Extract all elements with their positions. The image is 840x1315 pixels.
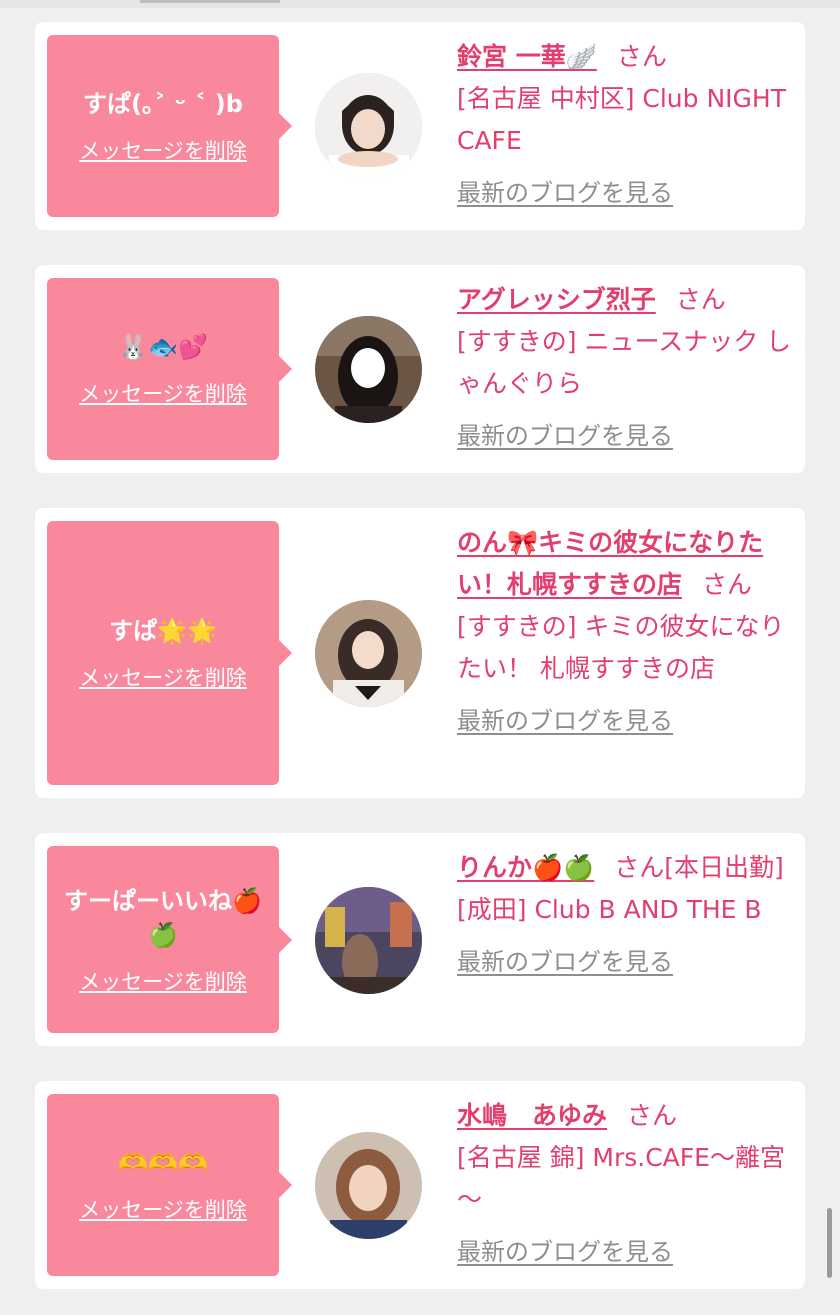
message-bubble: すぱ(｡˃ ᵕ ˂ )b メッセージを削除: [47, 35, 292, 217]
honorific: さん: [675, 285, 726, 314]
top-scroll-thumb: [140, 0, 280, 3]
avatar[interactable]: [315, 887, 422, 994]
delete-message-link[interactable]: メッセージを削除: [79, 968, 247, 996]
message-card: すぱ🌟🌟 メッセージを削除 のん🎀キミの彼女になりたい！札幌すすきの店 さん [す…: [35, 508, 805, 798]
avatar-photo: [315, 316, 422, 423]
member-info: りんか🍎🍏 さん[本日出勤] [成田] Club B AND THE B 最新のブ…: [457, 847, 792, 983]
member-name-link[interactable]: 水嶋 あゆみ: [457, 1101, 607, 1130]
latest-blog-link[interactable]: 最新のブログを見る: [457, 700, 792, 742]
member-info: 鈴宮 一華🪽 さん [名古屋 中村区] Club NIGHT CAFE 最新のブロ…: [457, 36, 792, 214]
delete-message-link[interactable]: メッセージを削除: [79, 664, 247, 692]
honorific: さん: [702, 570, 753, 599]
honorific: さん: [627, 1101, 678, 1130]
message-card: すぱ(｡˃ ᵕ ˂ )b メッセージを削除 鈴宮 一華🪽 さん [名古屋 中村区]…: [35, 22, 805, 230]
honorific: さん: [616, 42, 667, 71]
delete-message-link[interactable]: メッセージを削除: [79, 1196, 247, 1224]
avatar[interactable]: [315, 73, 422, 180]
member-name-link[interactable]: りんか🍎🍏: [457, 853, 594, 882]
avatar-photo: [315, 73, 422, 180]
message-text: 🫶🫶🫶: [118, 1149, 208, 1177]
message-bubble: すぱ🌟🌟 メッセージを削除: [47, 521, 292, 785]
message-text: すーぱーいいね🍎🍏: [64, 886, 262, 949]
shop-info: [名古屋 中村区] Club NIGHT CAFE: [457, 84, 786, 155]
avatar-photo: [315, 1132, 422, 1239]
latest-blog-link[interactable]: 最新のブログを見る: [457, 1231, 792, 1273]
shop-info: [すすきの] ニュースナック しゃんぐりら: [457, 327, 792, 398]
shop-info: [成田] Club B AND THE B: [457, 895, 762, 924]
member-info: 水嶋 あゆみ さん [名古屋 錦] Mrs.CAFE～離宮～ 最新のブログを見る: [457, 1095, 792, 1273]
avatar[interactable]: [315, 600, 422, 707]
latest-blog-link[interactable]: 最新のブログを見る: [457, 415, 792, 457]
honorific: さん[本日出勤]: [614, 853, 784, 882]
delete-message-link[interactable]: メッセージを削除: [79, 380, 247, 408]
message-bubble: すーぱーいいね🍎🍏 メッセージを削除: [47, 846, 292, 1033]
avatar-photo: [315, 600, 422, 707]
message-text: すぱ🌟🌟: [109, 617, 217, 645]
avatar[interactable]: [315, 1132, 422, 1239]
member-name-link[interactable]: 鈴宮 一華🪽: [457, 42, 597, 71]
top-scroll-bar: [0, 0, 840, 8]
message-text: すぱ(｡˃ ᵕ ˂ )b: [83, 90, 243, 118]
message-card: 🫶🫶🫶 メッセージを削除 水嶋 あゆみ さん [名古屋 錦] Mrs.CAFE～離…: [35, 1081, 805, 1289]
member-name-link[interactable]: アグレッシブ烈子: [457, 285, 656, 314]
shop-info: [名古屋 錦] Mrs.CAFE～離宮～: [457, 1143, 785, 1214]
message-card: 🐰🐟💕 メッセージを削除 アグレッシブ烈子 さん [すすきの] ニュースナック し…: [35, 265, 805, 473]
message-bubble: 🫶🫶🫶 メッセージを削除: [47, 1094, 292, 1276]
message-card: すーぱーいいね🍎🍏 メッセージを削除 りんか🍎🍏 さん[本日出勤] [成田] Cl…: [35, 833, 805, 1046]
message-text: 🐰🐟💕: [118, 333, 208, 361]
member-info: アグレッシブ烈子 さん [すすきの] ニュースナック しゃんぐりら 最新のブログを…: [457, 279, 792, 457]
delete-message-link[interactable]: メッセージを削除: [79, 137, 247, 165]
member-info: のん🎀キミの彼女になりたい！札幌すすきの店 さん [すすきの] キミの彼女になりた…: [457, 522, 792, 742]
avatar[interactable]: [315, 316, 422, 423]
shop-info: [すすきの] キミの彼女になりたい！ 札幌すすきの店: [457, 612, 785, 683]
scrollbar-thumb[interactable]: [827, 1208, 832, 1278]
message-bubble: 🐰🐟💕 メッセージを削除: [47, 278, 292, 460]
latest-blog-link[interactable]: 最新のブログを見る: [457, 172, 792, 214]
latest-blog-link[interactable]: 最新のブログを見る: [457, 941, 792, 983]
avatar-photo: [315, 887, 422, 994]
